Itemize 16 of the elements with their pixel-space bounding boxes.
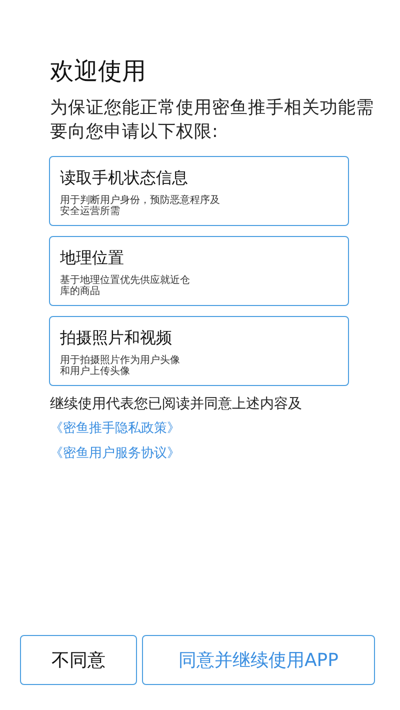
permission-description: 安全运营所需: [60, 206, 120, 217]
policy-link[interactable]: 《密鱼用户服务协议》: [50, 444, 180, 464]
permission-title: 地理位置: [60, 247, 125, 269]
permission-description: 用于判断用户身份，预防恶意程序及: [60, 195, 220, 206]
permission-description: 和用户上传头像: [60, 366, 130, 377]
agree-button[interactable]: 同意并继续使用APP: [142, 635, 375, 685]
welcome-title: 欢迎使用: [50, 56, 147, 86]
intro-text: 为保证您能正常使用密鱼推手相关功能需要向您申请以下权限:: [50, 97, 375, 144]
permission-title: 拍摄照片和视频: [60, 327, 173, 349]
permission-title: 读取手机状态信息: [60, 167, 189, 189]
permission-description: 库的商品: [60, 286, 100, 297]
permission-description: 用于拍摄照片作为用户头像: [60, 355, 180, 366]
disagree-button[interactable]: 不同意: [20, 635, 137, 685]
consent-text: 继续使用代表您已阅读并同意上述内容及: [50, 395, 303, 414]
policy-link[interactable]: 《密鱼推手隐私政策》: [50, 419, 180, 439]
permission-description: 基于地理位置优先供应就近仓: [60, 275, 190, 286]
